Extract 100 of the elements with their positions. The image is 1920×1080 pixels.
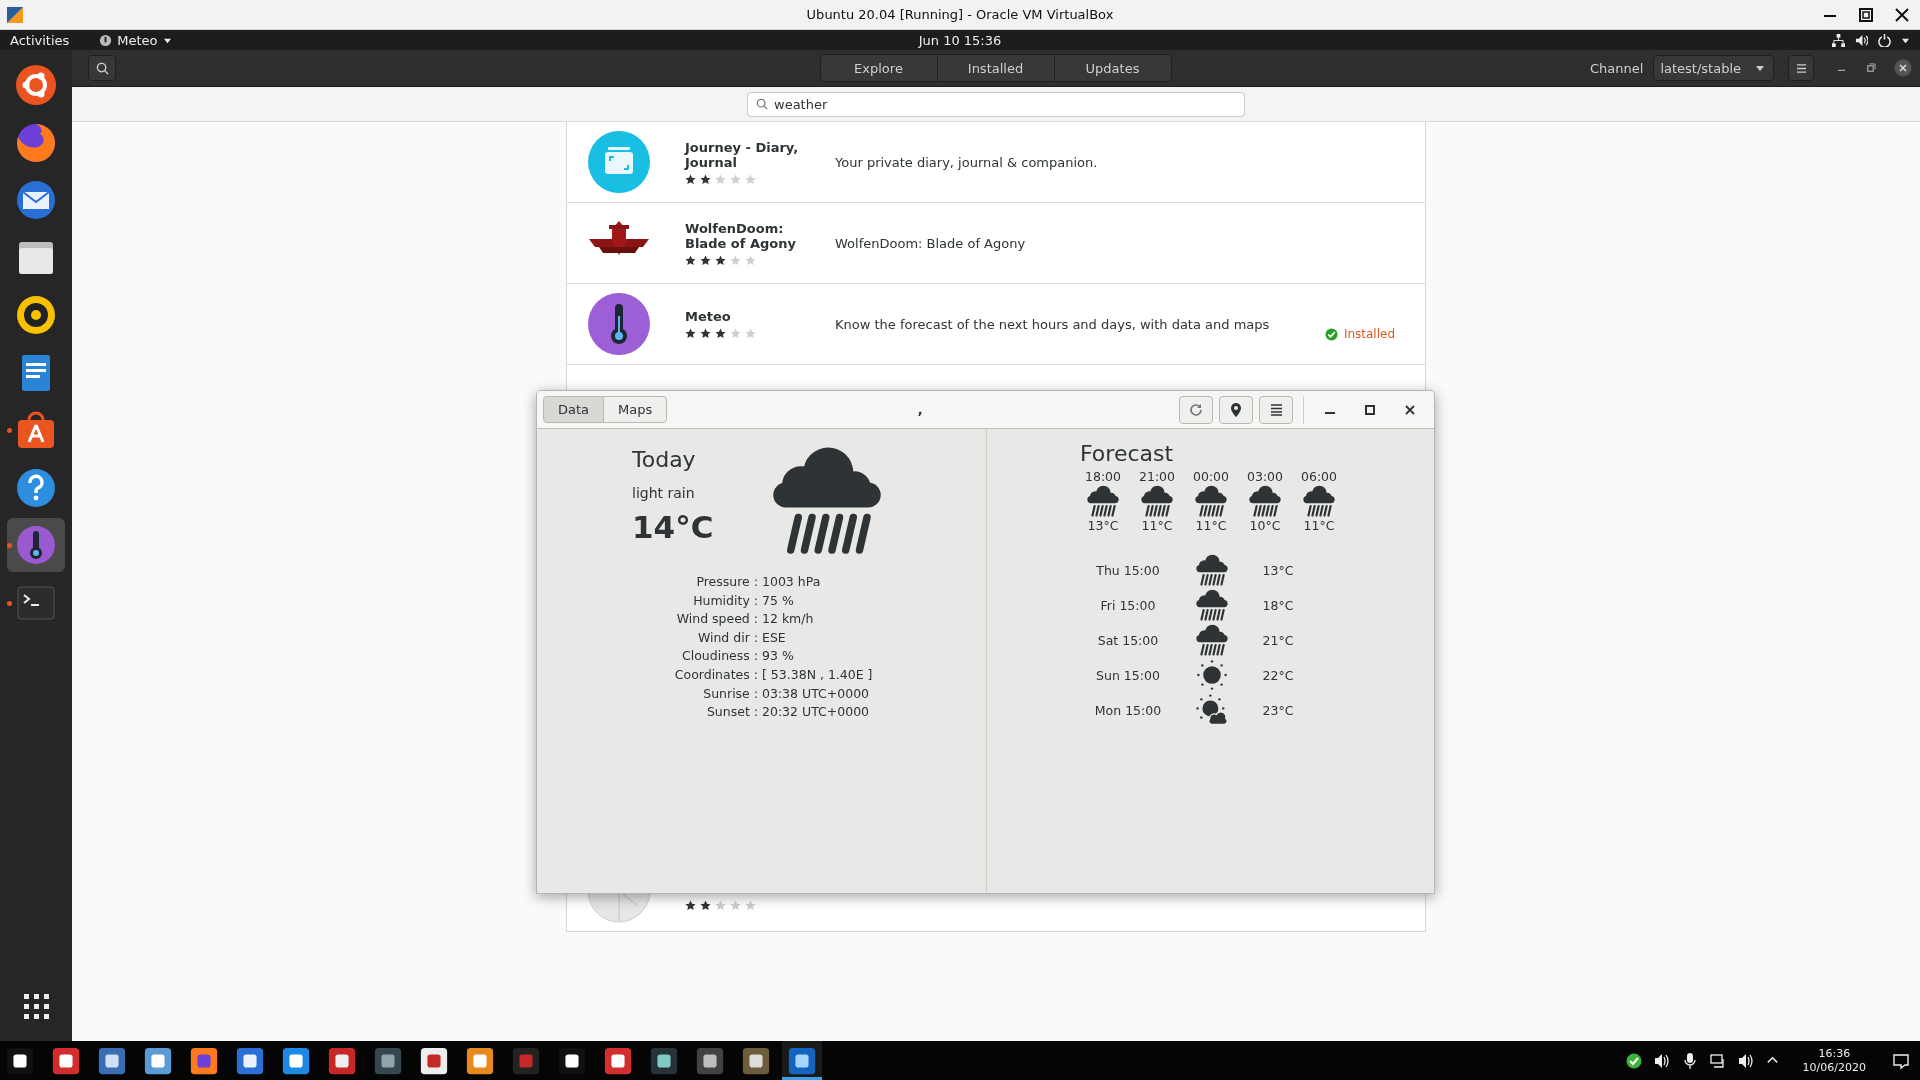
speaker-icon: [14, 293, 58, 337]
forecast-time: 21:00: [1139, 469, 1175, 484]
thermometer-icon: [587, 292, 651, 356]
network-icon[interactable]: [1709, 1052, 1726, 1069]
forecast-time: 03:00: [1247, 469, 1283, 484]
close-icon[interactable]: [1894, 6, 1910, 23]
running-indicator: [7, 600, 12, 606]
power-icon[interactable]: [1878, 33, 1891, 47]
close-icon[interactable]: [1404, 403, 1416, 416]
app-icon: [51, 1045, 81, 1076]
detail-label: Sunrise :: [702, 684, 758, 703]
star-icon: [730, 254, 741, 266]
detail-label: Wind dir :: [696, 628, 758, 647]
star-icon: [745, 328, 756, 339]
maximize-icon[interactable]: [1364, 403, 1376, 416]
app-icon: [373, 1045, 403, 1076]
app-icon: [649, 1045, 679, 1076]
detail-label: Humidity :: [692, 591, 758, 610]
running-indicator: [7, 543, 12, 548]
tab[interactable]: Explore: [819, 54, 938, 82]
refresh-button[interactable]: [1179, 395, 1213, 424]
detail-label: Wind speed :: [675, 610, 758, 629]
search-icon: [95, 61, 109, 75]
clock[interactable]: 16:36 10/06/2020: [1802, 1046, 1866, 1075]
app-icon: [465, 1045, 495, 1076]
app-icon: [327, 1045, 357, 1076]
star-icon: [730, 173, 741, 185]
search-button[interactable]: [88, 55, 116, 81]
detail-value: 20:32 UTC+0000: [761, 703, 871, 722]
clock[interactable]: Jun 10 15:36: [918, 32, 1002, 48]
rain-cloud-icon: [1194, 624, 1230, 656]
window-title: Ubuntu 20.04 [Running] - Oracle VM VirtualBox: [806, 7, 1114, 22]
forecast-temperature: 13°C: [1262, 561, 1294, 580]
menu-button[interactable]: [1259, 395, 1293, 424]
microphone-icon[interactable]: [1681, 1052, 1698, 1069]
forecast-heading: Forecast: [1080, 441, 1175, 467]
maximize-icon[interactable]: [1858, 6, 1874, 23]
volume-icon[interactable]: [1737, 1052, 1754, 1069]
forecast-day: Mon 15:00: [1094, 693, 1162, 727]
rain-cloud-icon: [1139, 485, 1175, 517]
star-icon: [685, 173, 696, 185]
app-icon: [5, 1045, 35, 1076]
app-icon: [557, 1045, 587, 1076]
detail-label: Pressure :: [695, 573, 758, 591]
app-menu[interactable]: Meteo: [99, 32, 172, 48]
forecast-temperature: 11°C: [1141, 518, 1173, 533]
volume-icon[interactable]: [1855, 33, 1868, 47]
location-button[interactable]: [1219, 395, 1253, 424]
journal-icon: [587, 130, 651, 194]
app-icon: [189, 1045, 219, 1076]
today-heading: Today: [632, 446, 697, 474]
installed-status: Installed: [1343, 327, 1395, 341]
star-icon: [745, 900, 756, 911]
app-description: Your private diary, journal & companion.: [835, 154, 1099, 170]
restore-icon[interactable]: [1865, 62, 1876, 74]
star-icon: [700, 328, 711, 339]
forecast-day: Thu 15:00: [1096, 553, 1160, 587]
app-name: Meteo: [685, 309, 732, 324]
taskbar-item[interactable]: [782, 1041, 822, 1080]
check-icon[interactable]: [1625, 1052, 1642, 1069]
tab[interactable]: Data: [543, 396, 605, 423]
rain-cloud-icon: [1301, 485, 1337, 517]
notification-icon[interactable]: [1892, 1051, 1910, 1070]
close-icon[interactable]: [1894, 59, 1912, 77]
caret-icon[interactable]: [1901, 36, 1910, 44]
forecast-day: Sun 15:00: [1096, 658, 1160, 692]
rain-cloud-icon: [1193, 485, 1229, 517]
rain-cloud-icon: [1085, 485, 1121, 517]
app-grid-icon[interactable]: [23, 994, 49, 1019]
tab[interactable]: Updates: [1053, 54, 1172, 82]
check-icon: [1324, 327, 1338, 341]
app-logo-icon: [6, 5, 24, 24]
forecast-time: 00:00: [1193, 469, 1229, 484]
star-icon: [745, 254, 756, 266]
app-name: WolfenDoom: Blade of Agony: [685, 220, 797, 251]
app-description: WolfenDoom: Blade of Agony: [835, 235, 1027, 251]
star-icon: [715, 254, 726, 266]
channel-dropdown[interactable]: latest/stable: [1653, 55, 1774, 81]
forecast-temperature: 23°C: [1262, 701, 1294, 720]
tab[interactable]: Maps: [603, 396, 668, 423]
forecast-temperature: 11°C: [1195, 518, 1227, 533]
search-field[interactable]: weather: [747, 91, 1245, 117]
volume-icon[interactable]: [1653, 1052, 1670, 1069]
app-icon: [603, 1045, 633, 1076]
detail-label: Coordinates :: [673, 665, 758, 684]
app-icon: [787, 1045, 817, 1076]
activities-button[interactable]: Activities: [0, 32, 80, 48]
forecast-temperature: 13°C: [1087, 518, 1119, 533]
detail-label: Cloudiness :: [681, 647, 758, 666]
app-icon: [741, 1045, 771, 1076]
rain-cloud-icon: [1194, 589, 1230, 621]
app-icon: [419, 1045, 449, 1076]
tab[interactable]: Installed: [936, 54, 1055, 82]
sun-icon: [1194, 659, 1230, 691]
menu-button[interactable]: [1788, 55, 1814, 81]
app-icon: [99, 33, 113, 47]
star-icon: [685, 254, 696, 266]
app-icon: [235, 1045, 265, 1076]
star-icon: [715, 328, 726, 339]
network-icon[interactable]: [1832, 33, 1845, 47]
